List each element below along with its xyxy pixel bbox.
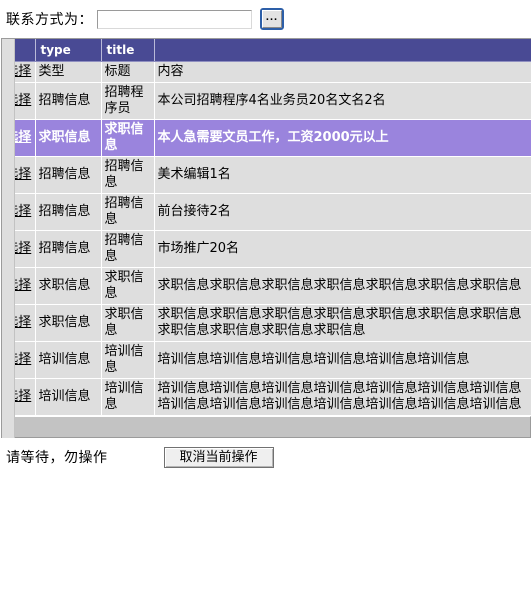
data-grid: type title 选择 类型 标题 内容 选择 招聘信息 招聘程序员 本公司招聘程序4名业…	[1, 38, 531, 438]
grid-horizontal-scrollbar[interactable]	[2, 416, 531, 438]
contact-label: 联系方式为：	[6, 12, 93, 28]
cell-content: 内容	[154, 61, 531, 83]
ellipsis-icon: ...	[262, 10, 282, 28]
table-row[interactable]: 选择 求职信息 求职信息 本人急需要文员工作，工资2000元以上	[2, 119, 531, 157]
status-text: 请等待，勿操作	[6, 450, 108, 466]
cell-content: 培训信息培训信息培训信息培训信息培训信息培训信息培训信息培训信息培训信息培训信息…	[154, 378, 531, 416]
cell-content: 求职信息求职信息求职信息求职信息求职信息求职信息求职信息求职信息求职信息求职信息…	[154, 304, 531, 342]
column-header-title[interactable]: title	[101, 39, 155, 62]
grid-left-gutter	[2, 39, 15, 438]
cell-type: 招聘信息	[35, 156, 102, 194]
cell-type: 培训信息	[35, 341, 102, 379]
cell-title: 培训信息	[101, 341, 155, 379]
cell-content: 培训信息培训信息培训信息培训信息培训信息培训信息	[154, 341, 531, 379]
records-table-body: 选择 类型 标题 内容 选择 招聘信息 招聘程序员 本公司招聘程序4名业务员20名文名2名 选择…	[2, 61, 531, 416]
cell-type: 招聘信息	[35, 82, 102, 120]
cell-title: 求职信息	[101, 267, 155, 305]
cell-title: 求职信息	[101, 119, 155, 157]
cell-type: 求职信息	[35, 267, 102, 305]
table-row[interactable]: 选择 招聘信息 招聘信息 美术编辑1名	[2, 156, 531, 194]
cell-title: 招聘信息	[101, 230, 155, 268]
cell-type: 类型	[35, 61, 102, 83]
cell-type: 求职信息	[35, 304, 102, 342]
footer-bar: 请等待，勿操作 取消当前操作	[0, 442, 531, 472]
table-row[interactable]: 选择 招聘信息 招聘信息 前台接待2名	[2, 193, 531, 231]
cell-title: 招聘信息	[101, 156, 155, 194]
table-row[interactable]: 选择 培训信息 培训信息 培训信息培训信息培训信息培训信息培训信息培训信息培训信息培训…	[2, 378, 531, 416]
contact-input[interactable]	[97, 9, 252, 29]
cell-content: 本公司招聘程序4名业务员20名文名2名	[154, 82, 531, 120]
column-header-type[interactable]: type	[35, 39, 102, 62]
records-table: type title 选择 类型 标题 内容 选择 招聘信息 招聘程序员 本公司招聘程序4名业…	[2, 39, 531, 416]
cell-title: 招聘程序员	[101, 82, 155, 120]
table-row[interactable]: 选择 招聘信息 招聘程序员 本公司招聘程序4名业务员20名文名2名	[2, 82, 531, 120]
cell-content: 市场推广20名	[154, 230, 531, 268]
column-header-content[interactable]	[154, 39, 531, 62]
cell-type: 招聘信息	[35, 230, 102, 268]
cell-content: 美术编辑1名	[154, 156, 531, 194]
browse-button[interactable]: ...	[260, 8, 284, 30]
cell-title: 标题	[101, 61, 155, 83]
cell-type: 招聘信息	[35, 193, 102, 231]
table-row[interactable]: 选择 求职信息 求职信息 求职信息求职信息求职信息求职信息求职信息求职信息求职信息	[2, 267, 531, 305]
cell-title: 招聘信息	[101, 193, 155, 231]
table-row[interactable]: 选择 求职信息 求职信息 求职信息求职信息求职信息求职信息求职信息求职信息求职信息求职…	[2, 304, 531, 342]
cell-title: 培训信息	[101, 378, 155, 416]
table-row[interactable]: 选择 类型 标题 内容	[2, 61, 531, 83]
cell-title: 求职信息	[101, 304, 155, 342]
cell-type: 求职信息	[35, 119, 102, 157]
cell-type: 培训信息	[35, 378, 102, 416]
cell-content: 本人急需要文员工作，工资2000元以上	[154, 119, 531, 157]
cell-content: 前台接待2名	[154, 193, 531, 231]
table-row[interactable]: 选择 招聘信息 招聘信息 市场推广20名	[2, 230, 531, 268]
table-row[interactable]: 选择 培训信息 培训信息 培训信息培训信息培训信息培训信息培训信息培训信息	[2, 341, 531, 379]
cancel-operation-button[interactable]: 取消当前操作	[163, 446, 274, 468]
contact-form-bar: 联系方式为： ...	[0, 0, 531, 38]
cell-content: 求职信息求职信息求职信息求职信息求职信息求职信息求职信息	[154, 267, 531, 305]
table-header-row: type title	[2, 39, 531, 62]
